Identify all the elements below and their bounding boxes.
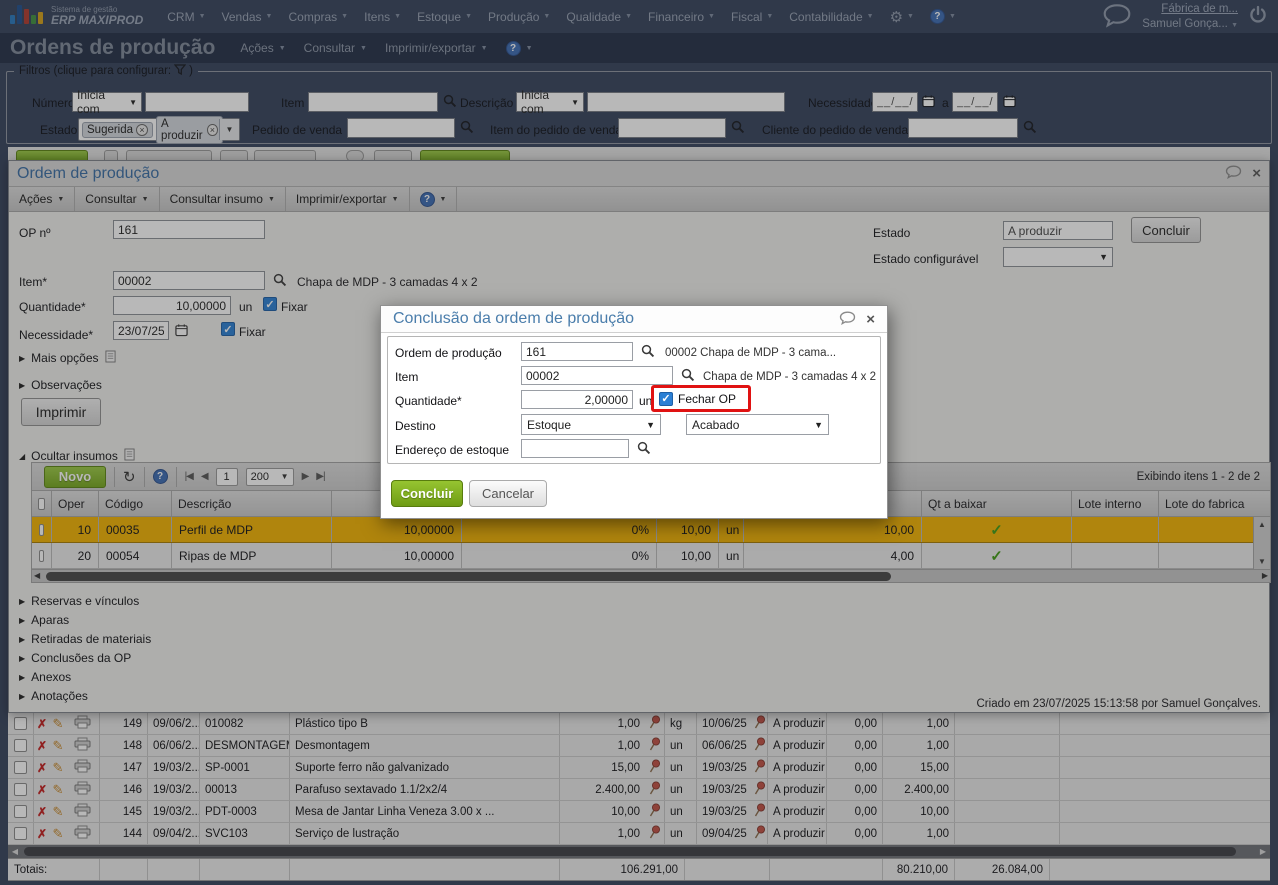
fechar-op-checkbox[interactable]: ✓ xyxy=(659,392,673,406)
chat-bubble-icon[interactable] xyxy=(839,311,856,328)
modal-item-label: Item xyxy=(395,370,418,384)
erp-screen: Sistema de gestão ERP MAXIPROD CRM▼ Vend… xyxy=(0,0,1278,885)
modal-destino2-select[interactable]: Acabado ▼ xyxy=(686,414,829,435)
chevron-down-icon: ▼ xyxy=(814,420,823,430)
modal-item-input[interactable] xyxy=(521,366,673,385)
fechar-op-label: Fechar OP xyxy=(678,392,736,406)
search-icon[interactable] xyxy=(641,344,655,358)
modal-endereco-label: Endereço de estoque xyxy=(395,443,509,457)
modal-title: Conclusão da ordem de produção xyxy=(393,310,634,328)
selected-option: Estoque xyxy=(527,418,571,432)
modal-quantidade-label: Quantidade* xyxy=(395,394,462,408)
modal-titlebar[interactable]: Conclusão da ordem de produção × xyxy=(381,306,887,333)
selected-option: Acabado xyxy=(692,418,739,432)
fechar-op-highlight-box: ✓ Fechar OP xyxy=(651,385,751,412)
modal-destino-select[interactable]: Estoque ▼ xyxy=(521,414,661,435)
chevron-down-icon: ▼ xyxy=(646,420,655,430)
search-icon[interactable] xyxy=(681,368,695,382)
modal-destino-label: Destino xyxy=(395,419,436,433)
modal-cancelar-button[interactable]: Cancelar xyxy=(469,480,547,507)
modal-endereco-input[interactable] xyxy=(521,439,629,458)
modal-quantidade-input[interactable] xyxy=(521,390,633,409)
modal-op-label: Ordem de produção xyxy=(395,346,502,360)
conclusao-modal: Conclusão da ordem de produção × Ordem d… xyxy=(380,305,888,519)
modal-op-input[interactable] xyxy=(521,342,633,361)
modal-concluir-button[interactable]: Concluir xyxy=(391,480,463,507)
search-icon[interactable] xyxy=(637,441,651,455)
close-icon[interactable]: × xyxy=(866,312,875,327)
modal-item-description: Chapa de MDP - 3 camadas 4 x 2 xyxy=(703,371,876,383)
modal-op-description: 00002 Chapa de MDP - 3 cama... xyxy=(665,347,836,359)
